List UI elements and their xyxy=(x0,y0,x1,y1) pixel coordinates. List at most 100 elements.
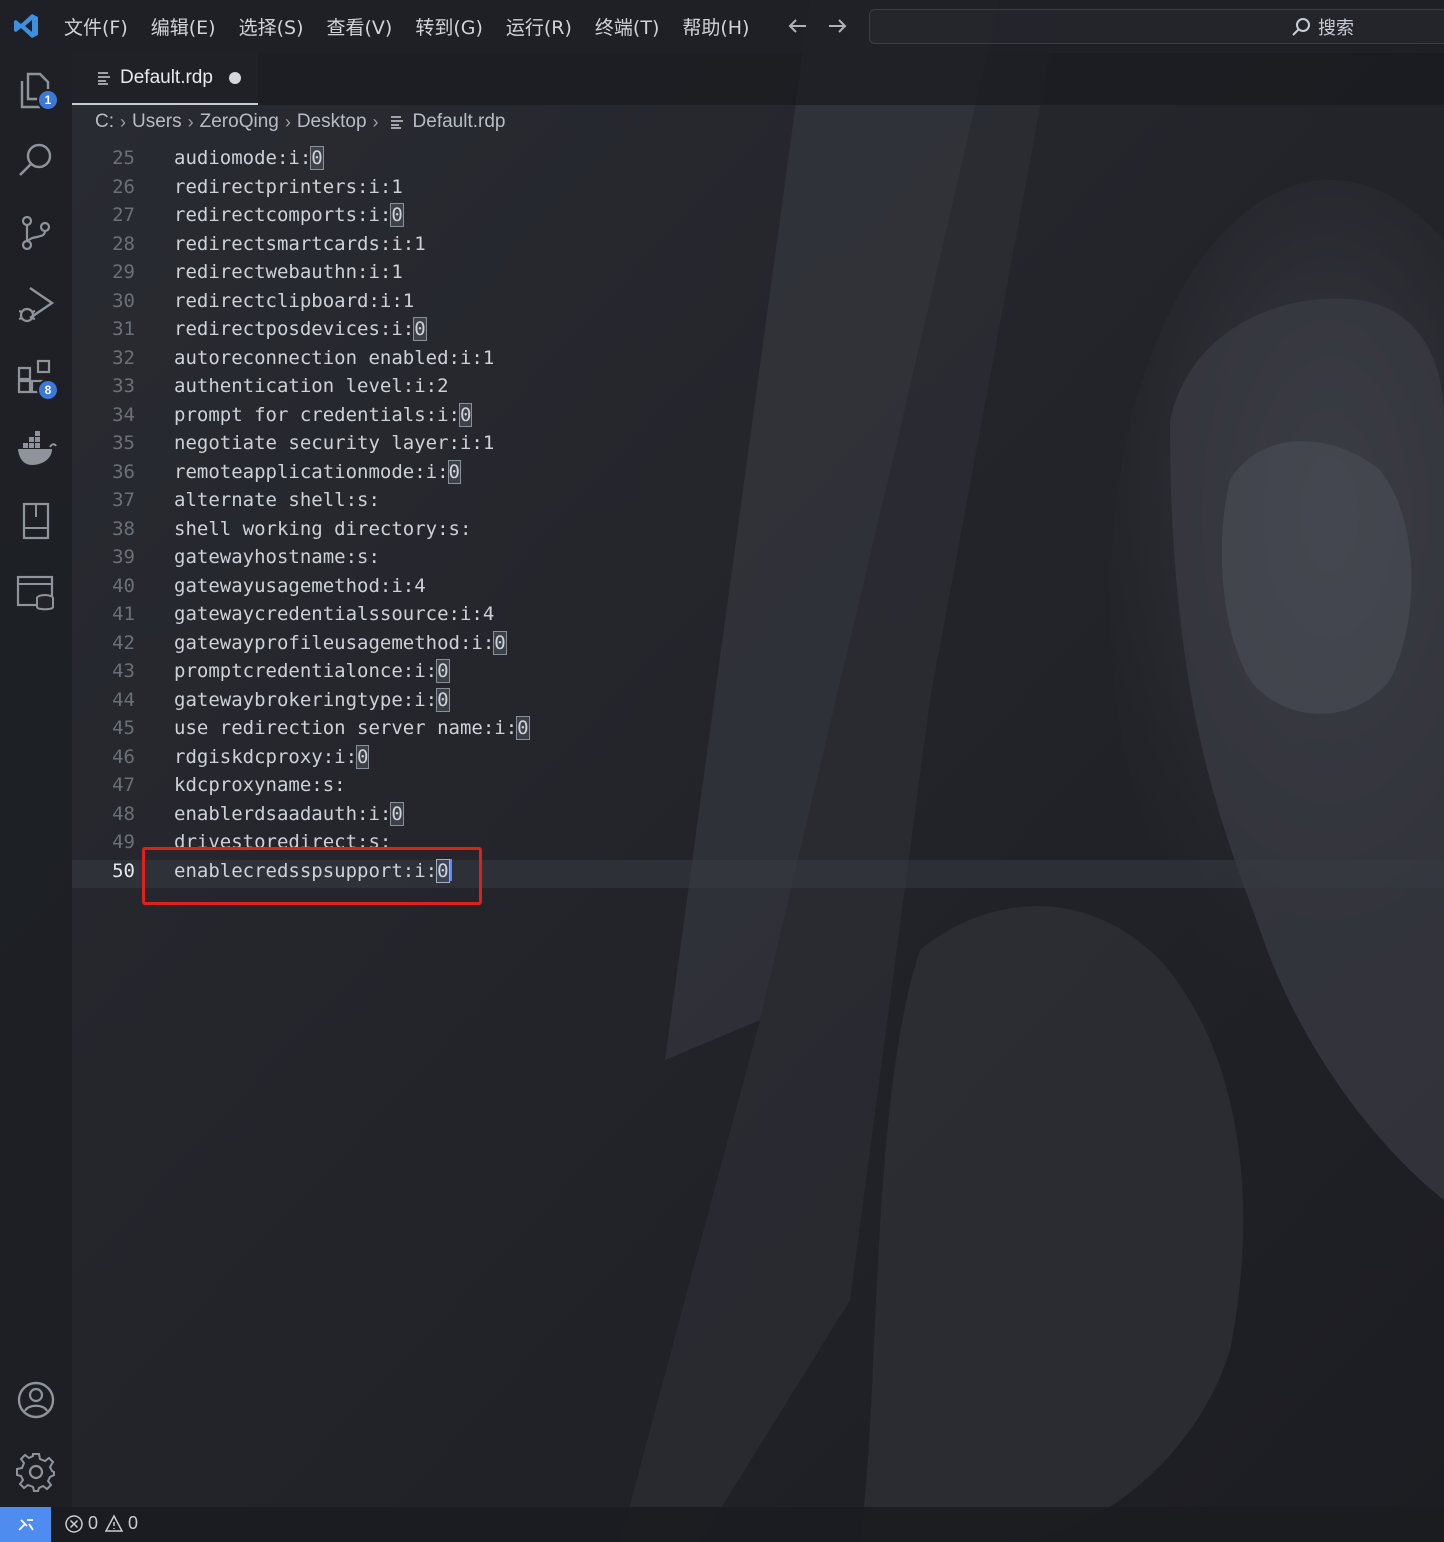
menu-edit[interactable]: 编辑(E) xyxy=(151,13,216,40)
line-number: 50 xyxy=(112,859,135,882)
activity-bar: 1 8 xyxy=(0,53,72,1507)
line-content: shell working directory:s: xyxy=(174,517,472,540)
line-content: promptcredentialonce:i: xyxy=(174,660,438,682)
line-text: use redirection server name:i:0 xyxy=(174,716,530,740)
line-number: 34 xyxy=(112,403,135,426)
line-number: 43 xyxy=(112,660,135,682)
code-line[interactable]: 36 remoteapplicationmode:i:0 xyxy=(72,459,1444,489)
code-line[interactable]: 42 gatewayprofileusagemethod:i:0 xyxy=(72,630,1444,660)
extensions-badge: 8 xyxy=(37,379,59,401)
code-line[interactable]: 40 gatewayusagemethod:i:4 xyxy=(72,575,1444,603)
code-line[interactable]: 34 prompt for credentials:i:0 xyxy=(72,402,1444,432)
menu-bar: 文件(F) 编辑(E) 选择(S) 查看(V) 转到(G) 运行(R) 终端(T… xyxy=(64,0,772,53)
code-line[interactable]: 38 shell working directory:s: xyxy=(72,518,1444,546)
run-debug-icon xyxy=(18,287,55,323)
menu-run[interactable]: 运行(R) xyxy=(506,13,572,40)
search-icon xyxy=(1292,18,1310,36)
line-number: 31 xyxy=(112,318,135,340)
explorer-button[interactable]: 1 xyxy=(14,69,59,113)
line-number: 48 xyxy=(112,802,135,825)
menu-file[interactable]: 文件(F) xyxy=(64,13,128,40)
account-icon xyxy=(17,1381,55,1419)
remote-explorer-button[interactable] xyxy=(14,499,58,543)
breadcrumb-desktop[interactable]: Desktop xyxy=(297,111,367,133)
warning-triangle-icon xyxy=(104,1513,124,1532)
line-text: remoteapplicationmode:i:0 xyxy=(174,459,462,484)
line-text: redirectwebauthn:i:1 xyxy=(174,261,403,283)
code-line[interactable]: 29 redirectwebauthn:i:1 xyxy=(72,261,1444,289)
line-text: rdgiskdcproxy:i:0 xyxy=(174,744,370,769)
error-count: 0 xyxy=(88,1513,99,1533)
highlighted-value: 0 xyxy=(447,459,462,484)
code-line[interactable]: 37 alternate shell:s: xyxy=(72,489,1444,517)
editor-tab-bar: Default.rdp xyxy=(72,53,1444,105)
line-content: authentication level:i:2 xyxy=(174,375,449,397)
highlighted-value: 0 xyxy=(436,687,450,712)
menu-view[interactable]: 查看(V) xyxy=(327,13,393,40)
forward-arrow-icon[interactable] xyxy=(823,12,851,40)
problems-status[interactable]: 0 0 xyxy=(64,1513,144,1534)
line-content: redirectwebauthn:i:1 xyxy=(174,261,403,283)
code-line[interactable]: 43 promptcredentialonce:i:0 xyxy=(72,659,1444,688)
menu-selection[interactable]: 选择(S) xyxy=(239,13,304,40)
code-line[interactable]: 39 gatewayhostname:s: xyxy=(72,546,1444,574)
code-line[interactable]: 35 negotiate security layer:i:1 xyxy=(72,432,1444,460)
highlighted-value: 0 xyxy=(493,630,507,655)
accounts-button[interactable] xyxy=(14,1378,58,1422)
code-line[interactable]: 33 authentication level:i:2 xyxy=(72,375,1444,403)
line-number: 30 xyxy=(112,289,135,312)
code-line[interactable]: 27 redirectcomports:i:0 xyxy=(72,203,1444,232)
search-icon xyxy=(19,143,52,176)
line-content: gatewaycredentialssource:i:4 xyxy=(174,603,495,625)
code-line[interactable]: 46 rdgiskdcproxy:i:0 xyxy=(72,744,1444,774)
breadcrumb-users[interactable]: Users xyxy=(132,111,182,133)
back-arrow-icon[interactable] xyxy=(784,12,812,40)
settings-button[interactable] xyxy=(14,1450,58,1494)
breadcrumb-drive[interactable]: C: xyxy=(95,111,114,133)
line-text: alternate shell:s: xyxy=(174,489,380,511)
docker-button[interactable] xyxy=(14,427,58,471)
line-content: enablerdsaadauth:i: xyxy=(174,802,392,825)
code-line[interactable]: 48 enablerdsaadauth:i:0 xyxy=(72,801,1444,831)
code-line[interactable]: 47 kdcproxyname:s: xyxy=(72,774,1444,802)
code-line[interactable]: 30 redirectclipboard:i:1 xyxy=(72,290,1444,318)
code-line[interactable]: 26 redirectprinters:i:1 xyxy=(72,176,1444,204)
database-button[interactable] xyxy=(14,571,58,615)
menu-help[interactable]: 帮助(H) xyxy=(682,13,749,40)
tab-default-rdp[interactable]: Default.rdp xyxy=(72,53,258,105)
line-text: negotiate security layer:i:1 xyxy=(174,432,494,454)
code-line[interactable]: 28 redirectsmartcards:i:1 xyxy=(72,233,1444,261)
menu-terminal[interactable]: 终端(T) xyxy=(595,13,659,40)
breadcrumb-file[interactable]: Default.rdp xyxy=(413,111,506,133)
highlighted-value: 0 xyxy=(310,146,324,170)
unsaved-dot-icon[interactable] xyxy=(228,72,241,84)
menu-go[interactable]: 转到(G) xyxy=(415,13,483,40)
breadcrumb-user[interactable]: ZeroQing xyxy=(200,111,279,133)
line-number: 28 xyxy=(112,232,135,255)
line-number: 44 xyxy=(112,688,135,711)
extensions-button[interactable]: 8 xyxy=(14,355,59,401)
run-debug-button[interactable] xyxy=(14,283,58,327)
code-editor[interactable]: 25 audiomode:i:0 26 redirectprinters:i:1 27 r… xyxy=(72,137,1444,1507)
line-number: 32 xyxy=(112,346,135,369)
remote-indicator-button[interactable] xyxy=(0,1507,51,1542)
highlighted-value: 0 xyxy=(390,801,404,826)
code-line[interactable]: 32 autoreconnection enabled:i:1 xyxy=(72,347,1444,375)
line-text: gatewayusagemethod:i:4 xyxy=(174,575,426,597)
file-lines-icon xyxy=(98,72,110,85)
line-text: authentication level:i:2 xyxy=(174,375,449,397)
line-content: kdcproxyname:s: xyxy=(174,774,346,796)
highlighted-value: 0 xyxy=(390,203,404,227)
code-line[interactable]: 41 gatewaycredentialssource:i:4 xyxy=(72,603,1444,631)
code-line[interactable]: 25 audiomode:i:0 xyxy=(72,146,1444,175)
line-text: redirectprinters:i:1 xyxy=(174,176,403,198)
search-view-button[interactable] xyxy=(14,139,58,183)
chevron-right-icon: › xyxy=(284,111,291,132)
code-line[interactable]: 45 use redirection server name:i:0 xyxy=(72,716,1444,745)
chevron-right-icon: › xyxy=(372,111,379,132)
code-line[interactable]: 31 redirectposdevices:i:0 xyxy=(72,317,1444,346)
chevron-right-icon: › xyxy=(187,111,194,132)
command-center-search[interactable]: 搜索 xyxy=(869,9,1444,44)
source-control-button[interactable] xyxy=(14,211,58,255)
code-line[interactable]: 44 gatewaybrokeringtype:i:0 xyxy=(72,687,1444,717)
